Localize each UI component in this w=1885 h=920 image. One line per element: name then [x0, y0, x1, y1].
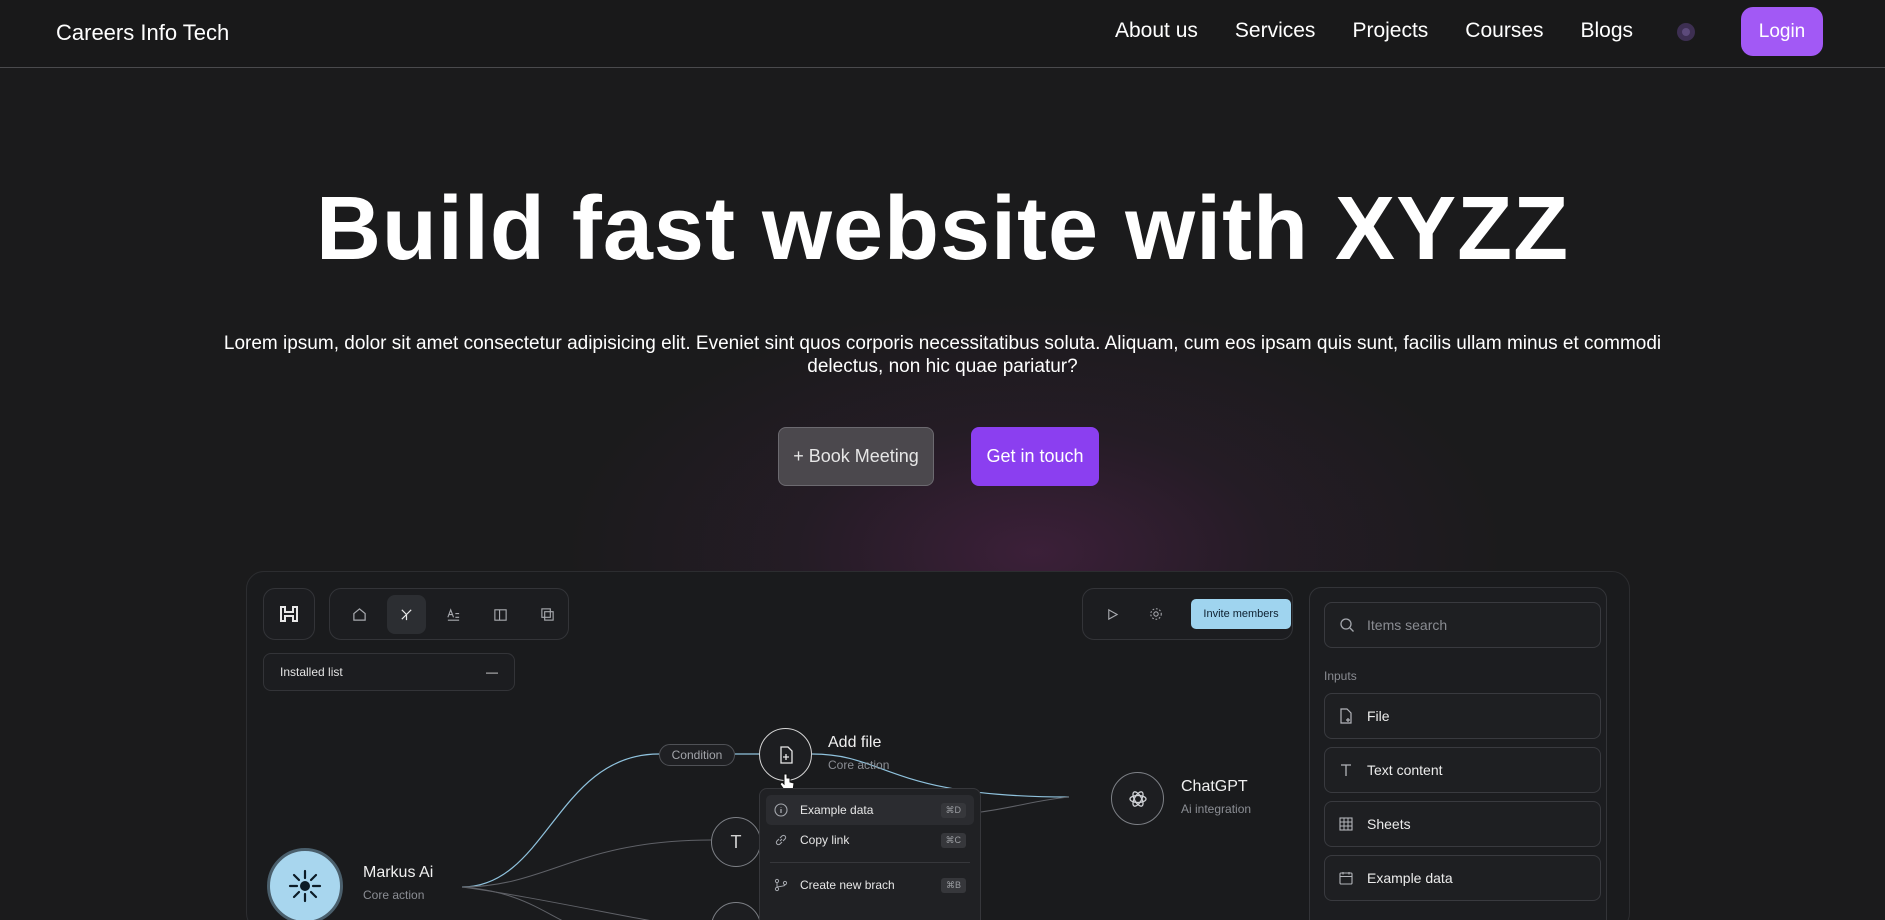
app-preview: Invite members Installed list — Conditio… — [246, 571, 1630, 920]
ai-spark-icon — [288, 869, 322, 903]
text-icon — [1339, 763, 1355, 777]
markus-ai-subtitle: Core action — [363, 888, 425, 902]
openai-icon — [1128, 790, 1147, 807]
nav-links: About us Services Projects Courses Blogs — [1115, 19, 1633, 43]
menu-item-copy-link[interactable]: Copy link ⌘C — [766, 825, 974, 855]
shortcut-badge: ⌘B — [940, 878, 966, 893]
nav-link-projects[interactable]: Projects — [1352, 19, 1428, 43]
sidebar-item-file[interactable]: File — [1324, 693, 1601, 739]
book-meeting-button[interactable]: + Book Meeting — [778, 427, 934, 486]
menu-item-label: Example data — [800, 803, 874, 817]
table-icon — [1339, 817, 1355, 831]
sidebar-item-label: Text content — [1367, 762, 1443, 778]
hero-subtitle: Lorem ipsum, dolor sit amet consectetur … — [223, 333, 1662, 377]
nav-link-services[interactable]: Services — [1235, 19, 1316, 43]
file-plus-icon — [1339, 708, 1355, 724]
menu-item-example-data[interactable]: Example data ⌘D — [766, 795, 974, 825]
sidebar-item-label: Example data — [1367, 870, 1453, 886]
text-glyph: T — [730, 831, 742, 852]
items-sidebar: Items search Inputs File Text content Sh… — [1309, 587, 1607, 920]
link-icon — [774, 833, 790, 847]
menu-item-label: Copy link — [800, 833, 850, 847]
sidebar-item-label: Sheets — [1367, 816, 1411, 832]
markus-ai-node[interactable] — [267, 848, 343, 920]
sidebar-item-example-data[interactable]: Example data — [1324, 855, 1601, 901]
search-icon — [1340, 618, 1354, 632]
theme-toggle-icon[interactable] — [1677, 23, 1695, 41]
get-in-touch-button[interactable]: Get in touch — [971, 427, 1099, 486]
add-file-subtitle: Core action — [828, 758, 890, 772]
menu-item-create-branch[interactable]: Create new brach ⌘B — [766, 870, 974, 900]
sidebar-item-label: File — [1367, 708, 1390, 724]
menu-item-label: Create new brach — [800, 878, 895, 892]
context-menu: Example data ⌘D Copy link ⌘C Create new … — [759, 788, 981, 920]
sidebar-item-sheets[interactable]: Sheets — [1324, 801, 1601, 847]
chatgpt-subtitle: Ai integration — [1181, 802, 1252, 816]
hero-title: Build fast website with XYZZ — [315, 179, 1570, 279]
nav-link-courses[interactable]: Courses — [1465, 19, 1543, 43]
menu-divider — [770, 862, 970, 863]
text-node[interactable]: T — [711, 817, 761, 867]
chatgpt-title: ChatGPT — [1181, 778, 1248, 795]
brand-name[interactable]: Careers Info Tech — [56, 20, 229, 46]
login-button[interactable]: Login — [1741, 7, 1823, 56]
condition-label: Condition — [659, 744, 735, 766]
shortcut-badge: ⌘C — [940, 833, 966, 848]
top-navbar: Careers Info Tech About us Services Proj… — [0, 0, 1885, 68]
file-plus-icon — [779, 745, 793, 764]
sidebar-item-text-content[interactable]: Text content — [1324, 747, 1601, 793]
inputs-section-label: Inputs — [1324, 669, 1357, 683]
info-icon — [774, 803, 790, 817]
nav-link-blogs[interactable]: Blogs — [1581, 19, 1634, 43]
search-placeholder: Items search — [1367, 617, 1448, 633]
chatgpt-node[interactable] — [1111, 772, 1164, 825]
markus-ai-title: Markus Ai — [363, 864, 434, 881]
branch-icon — [774, 878, 790, 892]
add-file-title: Add file — [828, 734, 882, 751]
items-search-input[interactable]: Items search — [1324, 602, 1601, 648]
shortcut-badge: ⌘D — [940, 803, 966, 818]
calendar-icon — [1339, 871, 1355, 885]
nav-link-about[interactable]: About us — [1115, 19, 1198, 43]
